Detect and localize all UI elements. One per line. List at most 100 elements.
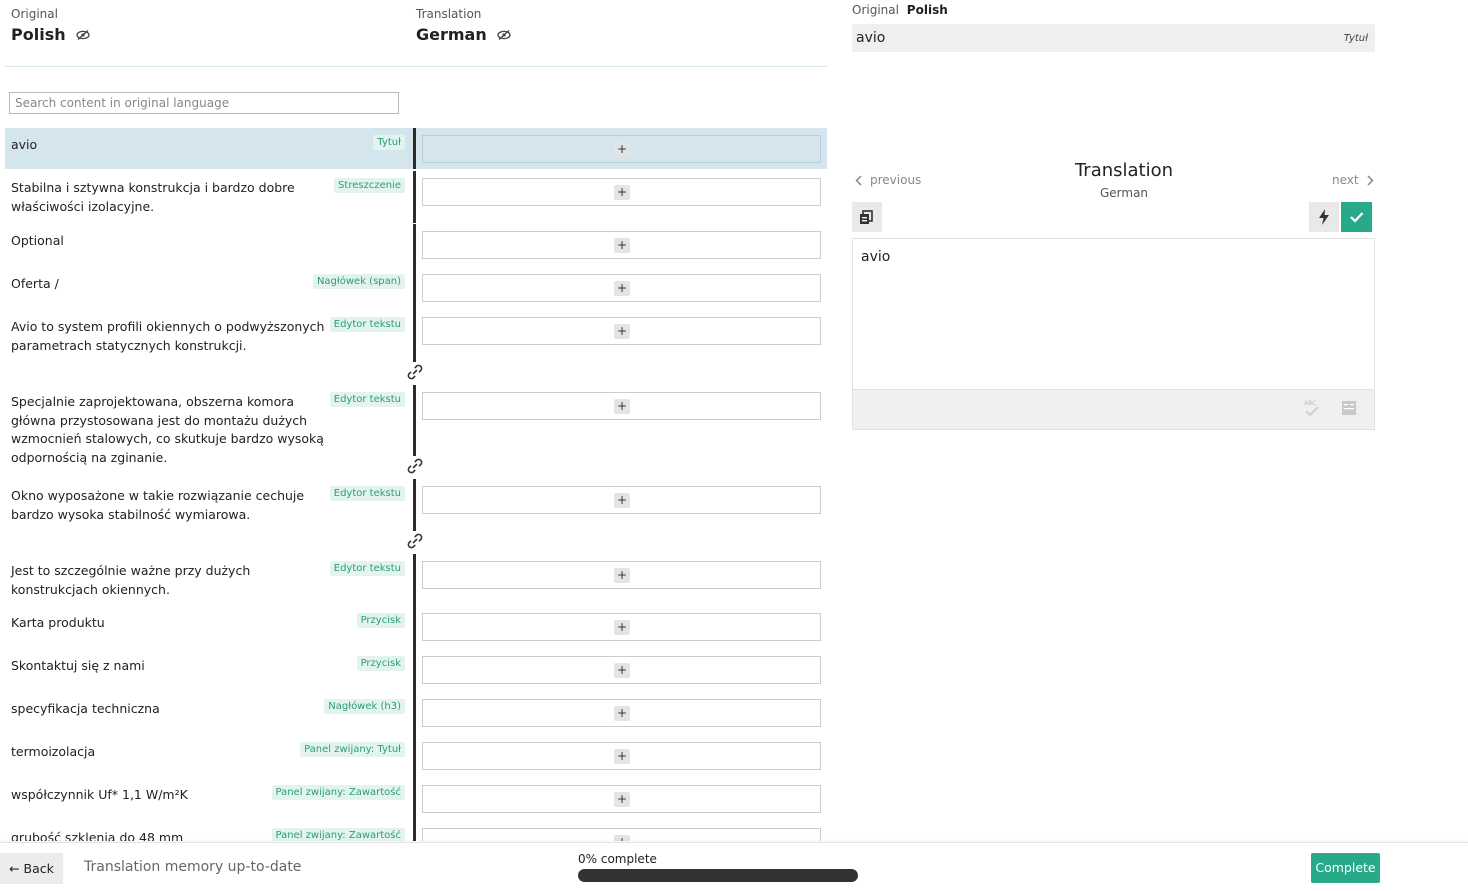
plus-icon[interactable]: + — [614, 142, 630, 157]
segment-translation-box[interactable]: + — [422, 486, 821, 514]
translation-caption: Translation — [416, 7, 482, 21]
plus-icon[interactable]: + — [614, 835, 630, 841]
segment-translation-box[interactable]: + — [422, 785, 821, 813]
plus-icon[interactable]: + — [614, 792, 630, 807]
plus-icon[interactable]: + — [614, 663, 630, 678]
copy-source-icon — [860, 210, 873, 224]
original-caption: Original — [11, 7, 58, 21]
segment-translation-box[interactable]: + — [422, 274, 821, 302]
eye-slash-icon[interactable] — [497, 29, 511, 40]
segment-source-text: Optional — [11, 233, 64, 248]
plus-icon[interactable]: + — [614, 399, 630, 414]
plus-icon[interactable]: + — [614, 281, 630, 296]
plus-icon[interactable]: + — [614, 185, 630, 200]
column-divider — [413, 171, 416, 223]
panel-subtitle: German — [1099, 186, 1149, 200]
segment-source-text: termoizolacja — [11, 744, 96, 759]
plus-icon[interactable]: + — [614, 493, 630, 508]
column-divider — [413, 649, 416, 692]
chevron-left-icon — [855, 174, 862, 186]
segment-source-text: Specjalnie zaprojektowana, obszerna komo… — [11, 394, 324, 465]
column-divider — [413, 267, 416, 310]
plus-icon[interactable]: + — [614, 568, 630, 583]
segment-translation-box[interactable]: + — [422, 178, 821, 206]
search-input[interactable] — [9, 92, 399, 114]
progress-label: 0% complete — [578, 852, 657, 866]
translation-editor[interactable]: avio ABC — [852, 238, 1375, 430]
plus-icon[interactable]: + — [614, 620, 630, 635]
bottom-bar: ← Back Translation memory up-to-date 0% … — [0, 842, 1468, 891]
panel-original-box: avio Tytuł — [852, 24, 1375, 52]
segment-tag: Panel zwijany: Zawartość — [271, 785, 405, 800]
translation-language-header: Translation German — [416, 7, 511, 44]
link-icon[interactable] — [405, 456, 425, 476]
column-divider — [413, 554, 416, 606]
next-button[interactable]: next — [1332, 173, 1374, 187]
segment-row[interactable]: Stabilna i sztywna konstrukcja i bardzo … — [5, 171, 827, 223]
segment-translation-box[interactable]: + — [422, 317, 821, 345]
segment-row[interactable]: Oferta / Nagłówek (span) + — [5, 267, 827, 310]
dictionary-icon[interactable] — [1341, 400, 1357, 416]
copy-source-button[interactable] — [852, 202, 882, 232]
link-icon[interactable] — [405, 531, 425, 551]
segment-translation-box[interactable]: + — [422, 656, 821, 684]
segment-source-text: Avio to system profili okiennych o podwy… — [11, 319, 325, 353]
segment-translation-box[interactable]: + — [422, 742, 821, 770]
machine-translate-button[interactable] — [1309, 202, 1339, 232]
segment-row[interactable]: grubość szklenia do 48 mm Panel zwijany:… — [5, 821, 827, 841]
segment-row[interactable]: Skontaktuj się z nami Przycisk + — [5, 649, 827, 692]
segment-tag: Tytuł — [373, 135, 405, 150]
column-divider — [413, 479, 416, 531]
back-button[interactable]: ← Back — [0, 853, 63, 884]
segment-row[interactable]: Avio to system profili okiennych o podwy… — [5, 310, 827, 362]
segment-source-text: Stabilna i sztywna konstrukcja i bardzo … — [11, 180, 295, 214]
column-divider — [413, 128, 416, 169]
panel-original-language: Polish — [906, 3, 948, 17]
column-divider — [413, 692, 416, 735]
segment-tag: Edytor tekstu — [329, 486, 405, 501]
eye-slash-icon[interactable] — [75, 29, 90, 40]
segment-row[interactable]: Optional + — [5, 224, 827, 267]
bolt-icon — [1319, 209, 1329, 225]
segment-row[interactable]: Specjalnie zaprojektowana, obszerna komo… — [5, 385, 827, 465]
column-divider — [413, 385, 416, 457]
segment-row[interactable]: avio Tytuł + — [5, 128, 827, 169]
spellcheck-icon[interactable]: ABC — [1303, 398, 1321, 418]
segment-tag: Panel zwijany: Zawartość — [271, 828, 405, 841]
previous-button[interactable]: previous — [855, 173, 921, 187]
segment-row[interactable]: Jest to szczególnie ważne przy dużych ko… — [5, 554, 827, 606]
segment-tag: Przycisk — [356, 613, 405, 628]
chevron-right-icon — [1367, 174, 1374, 186]
segment-row[interactable]: specyfikacja techniczna Nagłówek (h3) + — [5, 692, 827, 735]
plus-icon[interactable]: + — [614, 324, 630, 339]
segment-tag: Panel zwijany: Tytuł — [300, 742, 405, 757]
translation-editor-value[interactable]: avio — [861, 249, 890, 265]
segment-tag: Nagłówek (h3) — [324, 699, 405, 714]
panel-original-caption: Original — [852, 3, 899, 17]
segment-translation-box[interactable]: + — [422, 135, 821, 163]
plus-icon[interactable]: + — [614, 238, 630, 253]
segment-translation-box[interactable]: + — [422, 828, 821, 841]
segment-row[interactable]: Karta produktu Przycisk + — [5, 606, 827, 649]
plus-icon[interactable]: + — [614, 749, 630, 764]
header-divider — [5, 66, 827, 67]
segment-translation-box[interactable]: + — [422, 561, 821, 589]
segment-tag: Przycisk — [356, 656, 405, 671]
segment-translation-box[interactable]: + — [422, 231, 821, 259]
segment-row[interactable]: termoizolacja Panel zwijany: Tytuł + — [5, 735, 827, 778]
plus-icon[interactable]: + — [614, 706, 630, 721]
segment-source-text: Skontaktuj się z nami — [11, 658, 145, 673]
segment-translation-box[interactable]: + — [422, 613, 821, 641]
link-icon[interactable] — [405, 362, 425, 382]
editor-toolbar: ABC — [853, 389, 1374, 429]
segment-row[interactable]: współczynnik Uf* 1,1 W/m²K Panel zwijany… — [5, 778, 827, 821]
segment-translation-box[interactable]: + — [422, 699, 821, 727]
confirm-button[interactable] — [1341, 202, 1372, 232]
segment-list[interactable]: avio Tytuł + Stabilna i sztywna konstruk… — [5, 128, 827, 841]
check-icon — [1350, 212, 1364, 223]
previous-label: previous — [870, 173, 922, 187]
segment-translation-box[interactable]: + — [422, 392, 821, 420]
complete-button[interactable]: Complete — [1311, 853, 1380, 883]
column-divider — [413, 310, 416, 362]
segment-row[interactable]: Okno wyposażone w takie rozwiązanie cech… — [5, 479, 827, 531]
